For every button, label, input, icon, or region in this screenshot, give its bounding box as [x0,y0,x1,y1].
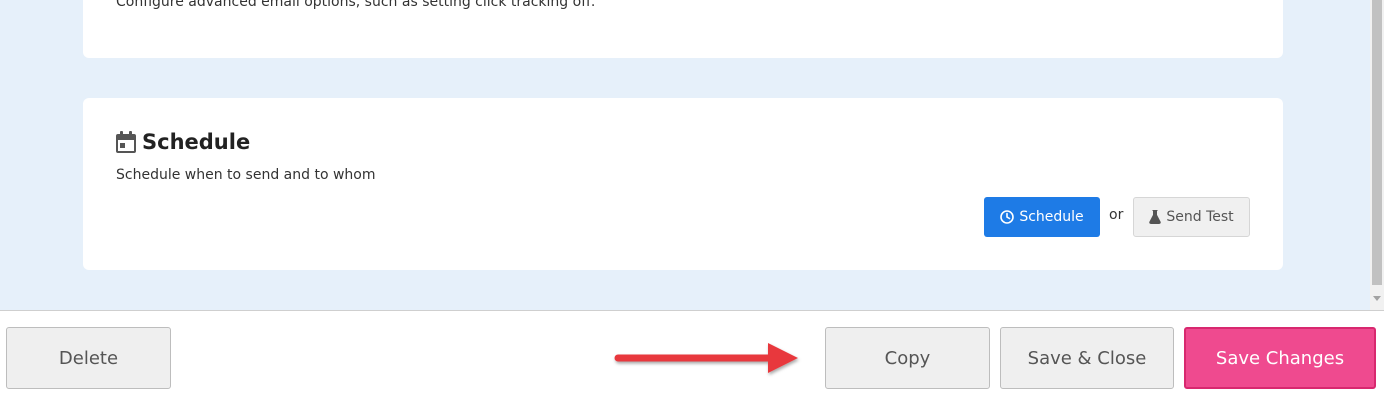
copy-button[interactable]: Copy [825,327,990,389]
schedule-button[interactable]: Schedule [984,197,1100,237]
advanced-options-description: Configure advanced email options, such a… [116,0,596,10]
red-arrow-annotation-icon [614,343,798,373]
schedule-button-label: Schedule [1019,209,1084,225]
schedule-title-row: Schedule [116,130,250,154]
scrollbar-thumb[interactable] [1372,0,1382,285]
clock-icon [1000,210,1015,224]
send-test-button[interactable]: Send Test [1133,197,1250,237]
advanced-options-card: Configure advanced email options, such a… [83,0,1283,58]
calendar-icon [116,131,136,153]
save-changes-button[interactable]: Save Changes [1184,327,1376,389]
schedule-description: Schedule when to send and to whom [116,167,376,183]
vertical-scrollbar[interactable] [1370,0,1384,310]
schedule-card: Schedule Schedule when to send and to wh… [83,98,1283,270]
schedule-title: Schedule [142,130,251,154]
or-separator: or [1109,207,1124,223]
flask-icon [1149,210,1162,224]
content-scroll-area: Configure advanced email options, such a… [0,0,1370,310]
send-test-button-label: Send Test [1166,209,1234,225]
scroll-down-arrow-icon[interactable] [1373,296,1381,301]
delete-button[interactable]: Delete [6,327,171,389]
save-close-button[interactable]: Save & Close [1000,327,1174,389]
